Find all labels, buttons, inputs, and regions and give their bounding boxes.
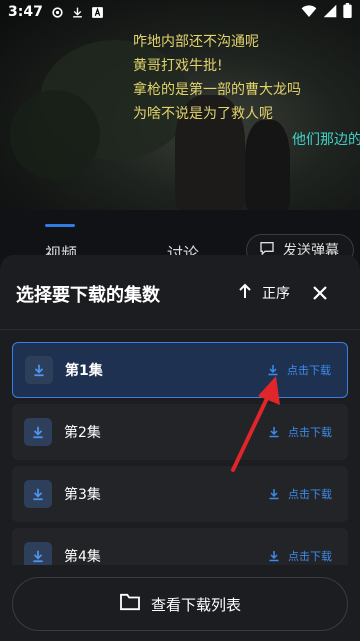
status-bar: 3:47 [0, 0, 360, 24]
video-scene-foliage-2 [10, 90, 100, 180]
wifi-icon [301, 3, 317, 22]
status-right-icons [301, 2, 352, 22]
danmaku-comment: 黄哥打戏牛批! [133, 58, 223, 74]
episode-download-label: 点击下载 [287, 364, 331, 377]
download-icon [71, 5, 85, 19]
episode-row-2[interactable]: 第2集 点击下载 [12, 404, 348, 460]
status-time: 3:47 [8, 4, 43, 20]
folder-icon [119, 593, 141, 615]
tab-active-indicator [45, 224, 75, 227]
episode-row-1[interactable]: 第1集 点击下载 [12, 342, 348, 398]
sort-order-label: 正序 [262, 286, 290, 302]
battery-icon [343, 2, 352, 22]
download-icon [269, 427, 279, 438]
download-icon [268, 365, 278, 376]
sheet-header: 选择要下载的集数 正序 [0, 255, 360, 329]
video-scene-person-2 [245, 120, 290, 210]
episode-download-icon [24, 480, 52, 508]
view-download-list-button[interactable]: 查看下载列表 [12, 577, 348, 631]
episode-label: 第4集 [64, 549, 101, 565]
episode-label: 第3集 [64, 487, 101, 503]
episode-download-label: 点击下载 [288, 426, 332, 439]
sheet-footer: 查看下载列表 [0, 565, 360, 641]
close-icon [313, 286, 327, 300]
view-download-list-label: 查看下载列表 [150, 595, 241, 614]
sheet-divider [0, 329, 360, 330]
episode-download-icon [25, 356, 53, 384]
episode-download-button[interactable]: 点击下载 [268, 548, 332, 564]
settings-icon [51, 5, 65, 19]
episode-label: 第1集 [65, 363, 103, 379]
danmaku-comment: 咋地内部还不沟通呢 [133, 34, 259, 50]
episode-download-button[interactable]: 点击下载 [268, 486, 332, 502]
danmaku-comment: 他们那边的 [292, 132, 360, 148]
video-player[interactable]: 咋地内部还不沟通呢 黄哥打戏牛批! 拿枪的是第一部的曹大龙吗 为啥不说是为了救人… [0, 0, 360, 210]
episode-label: 第2集 [64, 425, 101, 441]
episode-row-3[interactable]: 第3集 点击下载 [12, 466, 348, 522]
app-a-icon [91, 5, 105, 19]
episode-download-icon [24, 418, 52, 446]
sheet-title: 选择要下载的集数 [16, 285, 160, 306]
signal-icon [323, 3, 337, 22]
sort-order-button[interactable]: 正序 [238, 283, 290, 303]
download-icon [269, 551, 279, 562]
episode-download-button[interactable]: 点击下载 [267, 362, 331, 378]
episode-download-button[interactable]: 点击下载 [268, 424, 332, 440]
danmaku-comment: 拿枪的是第一部的曹大龙吗 [133, 82, 301, 98]
download-icon [269, 489, 279, 500]
danmaku-comment: 为啥不说是为了救人呢 [133, 106, 273, 122]
episode-download-label: 点击下载 [288, 550, 332, 563]
close-button[interactable] [308, 281, 332, 305]
episode-download-label: 点击下载 [288, 488, 332, 501]
arrow-up-icon [238, 283, 252, 303]
